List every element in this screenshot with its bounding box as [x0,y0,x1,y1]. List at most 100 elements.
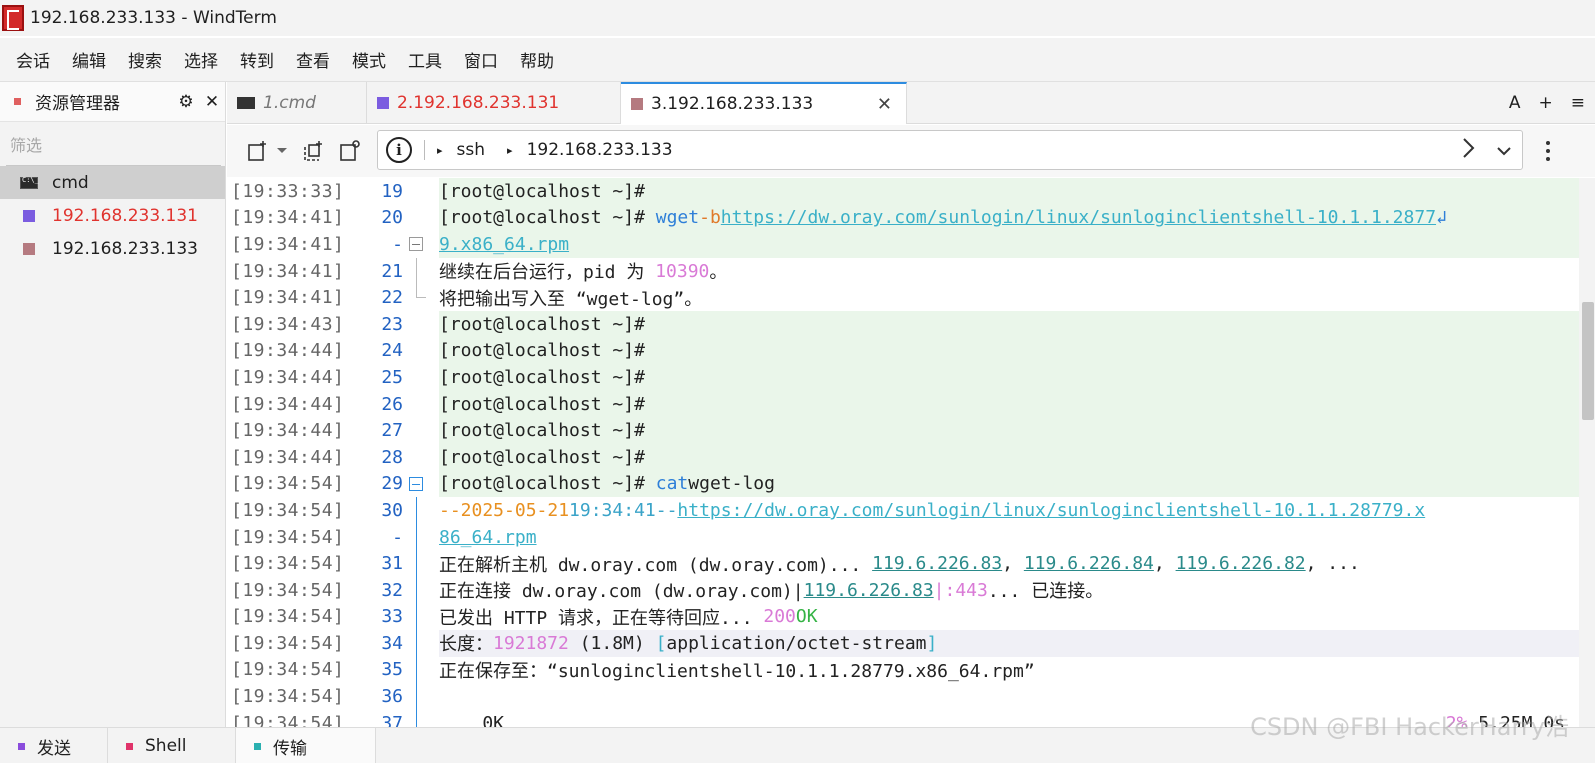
sidebar-item-host-131[interactable]: 192.168.233.131 [0,199,225,232]
ip-address-link[interactable]: 119.6.226.82 [1176,553,1306,574]
panel-color-dot-icon [126,742,133,750]
session-toolbar: i ▸ ssh ▸ 192.168.233.133 [227,125,1595,177]
session-color-square-icon [23,209,35,222]
line-number: 35 [381,659,403,681]
session-color-square-icon [377,97,389,109]
line-timestamp: [19:34:54] [231,473,345,495]
terminal-line: [19:34:54] 29 [root@localhost ~]# cat wg… [227,470,1579,498]
menu-edit[interactable]: 编辑 [72,47,106,72]
fold-gutter [403,417,439,444]
breadcrumb-protocol[interactable]: ssh [457,140,486,160]
line-text: [root@localhost ~]# [439,366,645,388]
command-option: -b [699,207,721,229]
divider [424,140,425,160]
terminal-scrollbar[interactable] [1579,178,1595,727]
bracket-icon: ] [926,632,938,654]
menu-search[interactable]: 搜索 [128,47,162,72]
more-vertical-icon[interactable] [1533,136,1563,166]
tab-label: 发送 [37,738,71,759]
terminal-line: [19:34:54] 35 正在保存至：“sunloginclientshell… [227,656,1579,684]
tab-menu-button[interactable]: ≡ [1571,93,1585,113]
scrollbar-thumb[interactable] [1582,302,1594,420]
line-text: , ... [1305,553,1360,575]
ip-address-link[interactable]: 119.6.226.83 [804,580,934,601]
url-link[interactable]: https://dw.oray.com/sunlogin/linux/sunlo… [721,207,1436,228]
watermark: CSDN @FBI HackerHarry浩 [1250,713,1569,741]
line-number: 19 [381,180,403,202]
fold-gutter [403,178,439,205]
terminal-output[interactable]: [19:33:33] 19 [root@localhost ~]# [19:34… [227,178,1579,727]
ip-address-link[interactable]: 119.6.226.84 [1024,553,1154,574]
terminal-line: [19:34:44] 24 [root@localhost ~]# [227,337,1579,365]
ip-address-link[interactable]: 119.6.226.83 [872,553,1002,574]
shell-prompt: [root@localhost ~]# [439,473,656,495]
fold-gutter [403,576,439,604]
fold-gutter [403,497,439,524]
fold-gutter [403,523,439,551]
tab-host-133[interactable]: 3.192.168.233.133 ✕ [621,82,907,124]
line-number: - [392,526,403,548]
breadcrumb-host[interactable]: 192.168.233.133 [527,140,673,160]
line-text: 。 [709,262,728,284]
terminal-line: [19:34:54] 36 [227,683,1579,710]
address-bar[interactable]: i ▸ ssh ▸ 192.168.233.133 [377,130,1523,170]
sidebar-item-label: 192.168.233.133 [52,238,199,259]
info-icon[interactable]: i [386,137,412,163]
menu-window[interactable]: 窗口 [464,47,498,72]
line-text: [root@localhost ~]# [439,420,645,442]
line-text: [root@localhost ~]# [439,393,645,415]
sidebar-item-cmd[interactable]: cmd [0,166,225,199]
line-timestamp: [19:34:54] [231,499,345,521]
breadcrumb-arrow-icon: ▸ [437,143,443,157]
line-timestamp: [19:34:54] [231,686,345,708]
new-tab-button[interactable]: + [1539,93,1553,113]
menu-bar: 会话 编辑 搜索 选择 转到 查看 模式 工具 窗口 帮助 [0,38,1595,82]
fold-gutter [403,205,439,232]
tab-shell[interactable]: Shell [108,728,236,763]
menu-select[interactable]: 选择 [184,47,218,72]
fold-gutter[interactable] [403,231,439,258]
menu-help[interactable]: 帮助 [520,47,554,72]
session-settings-icon[interactable] [335,136,365,166]
tab-transfer[interactable]: 传输 [236,728,376,763]
line-timestamp: [19:34:43] [231,313,345,335]
line-timestamp: [19:34:54] [231,712,345,727]
line-timestamp: [19:34:54] [231,526,345,548]
line-number: 32 [381,579,403,601]
tab-cmd[interactable]: 1.cmd [227,82,367,124]
command-name: wget [655,207,700,229]
font-size-button[interactable]: A [1509,93,1521,113]
close-tab-icon[interactable]: ✕ [877,94,892,115]
terminal-line: [19:34:41] - 9.x86_64.rpm [227,231,1579,258]
menu-session[interactable]: 会话 [16,47,50,72]
url-link[interactable]: 9.x86_64.rpm [439,234,569,255]
fold-gutter [403,257,439,285]
chevron-down-icon[interactable] [1496,141,1512,160]
url-link[interactable]: https://dw.oray.com/sunlogin/linux/sunlo… [677,500,1425,521]
duplicate-session-icon[interactable] [299,136,329,166]
new-session-icon[interactable] [243,136,273,166]
session-color-square-icon [23,242,35,255]
menu-view[interactable]: 查看 [296,47,330,72]
pid-number: 10390 [655,260,710,282]
fold-gutter [403,284,439,311]
line-text: 长度： [439,634,493,656]
filter-input[interactable]: 筛选 [6,122,221,166]
menu-goto[interactable]: 转到 [240,47,274,72]
sidebar-item-host-133[interactable]: 192.168.233.133 [0,232,225,265]
menu-mode[interactable]: 模式 [352,47,386,72]
tab-send[interactable]: 发送 [0,728,108,763]
go-arrow-icon[interactable] [1462,137,1476,163]
url-link[interactable]: 86_64.rpm [439,527,537,548]
menu-tools[interactable]: 工具 [408,47,442,72]
tab-host-131[interactable]: 2.192.168.233.131 [367,82,621,124]
tab-label: 传输 [273,738,307,759]
close-explorer-icon[interactable]: ✕ [199,89,225,115]
line-text: 正在连接 dw.oray.com (dw.oray.com)| [439,581,804,603]
fold-gutter[interactable] [403,471,439,498]
chevron-down-icon[interactable] [273,136,291,166]
settings-gear-icon[interactable]: ⚙ [173,89,199,115]
line-text: [root@localhost ~]# [439,446,645,468]
terminal-line: [19:34:43] 23 [root@localhost ~]# [227,310,1579,338]
explorer-sidebar: 资源管理器 ⚙ ✕ 筛选 cmd 192.168.233.131 192.168… [0,82,226,738]
